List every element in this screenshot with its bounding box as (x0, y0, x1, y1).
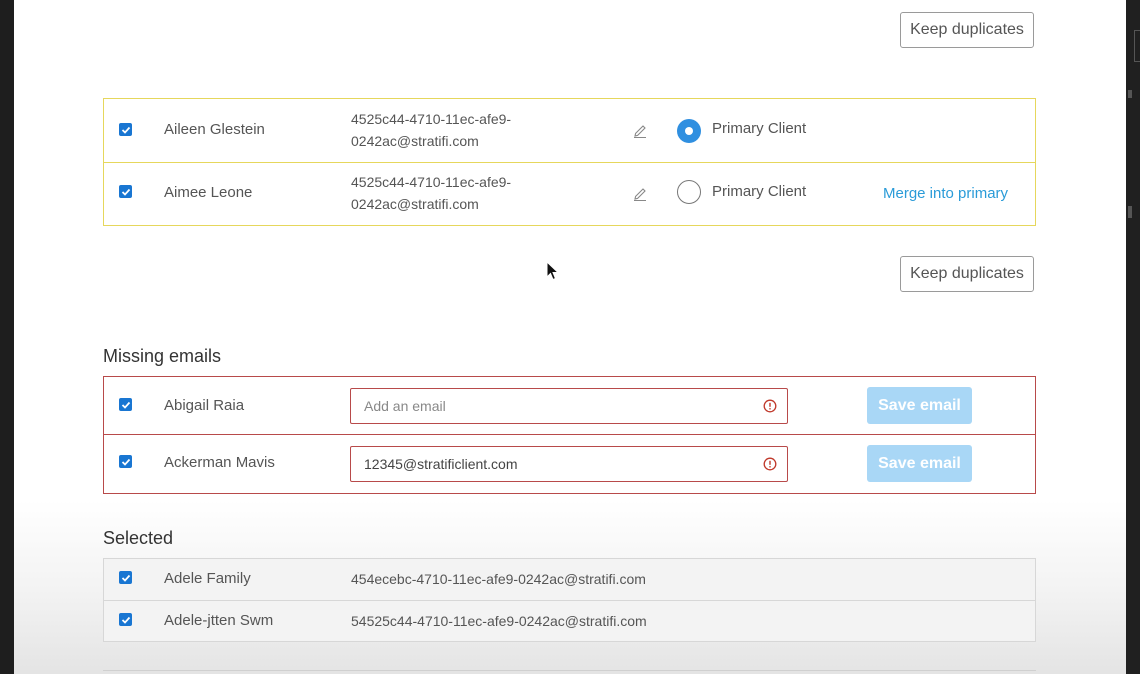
window-edge (1126, 0, 1140, 674)
client-email: 4525c44-4710-11ec-afe9- 0242ac@stratifi.… (351, 171, 551, 215)
keep-duplicates-button[interactable]: Keep duplicates (900, 256, 1034, 292)
email-field[interactable] (350, 388, 788, 424)
pencil-icon[interactable] (632, 123, 648, 139)
client-name: Abigail Raia (164, 397, 245, 414)
missing-emails-title: Missing emails (103, 346, 222, 366)
client-email-line2: 0242ac@stratifi.com (351, 133, 479, 149)
selected-group: Adele Family 454ecebc-4710-11ec-afe9-024… (103, 558, 1036, 642)
keep-duplicates-button-top[interactable]: Keep duplicates (900, 12, 1034, 48)
client-email: 4525c44-4710-11ec-afe9- 0242ac@stratifi.… (351, 108, 551, 152)
client-name: Adele-jtten Swm (164, 612, 274, 629)
client-email-line2: 0242ac@stratifi.com (351, 196, 479, 212)
mouse-pointer-icon (546, 261, 560, 281)
alert-circle-icon (763, 457, 777, 471)
pencil-icon[interactable] (632, 186, 648, 202)
primary-client-label: Primary Client (712, 183, 807, 200)
email-field[interactable] (350, 446, 788, 482)
checkbox-checked-icon[interactable] (119, 455, 132, 468)
selected-row: Adele-jtten Swm 54525c44-4710-11ec-afe9-… (104, 601, 1035, 641)
selected-row: Adele Family 454ecebc-4710-11ec-afe9-024… (104, 559, 1035, 601)
selected-title: Selected (103, 528, 174, 548)
checkbox-checked-icon[interactable] (119, 571, 132, 584)
client-email: 54525c44-4710-11ec-afe9-0242ac@stratifi.… (351, 613, 647, 629)
checkbox-checked-icon[interactable] (119, 185, 132, 198)
client-name: Aileen Glestein (164, 121, 265, 138)
alert-circle-icon (763, 399, 777, 413)
checkbox-checked-icon[interactable] (119, 123, 132, 136)
primary-client-radio-selected[interactable] (677, 119, 701, 143)
client-name: Aimee Leone (164, 184, 253, 201)
missing-email-row: Abigail Raia Save email (104, 377, 1035, 435)
checkbox-checked-icon[interactable] (119, 613, 132, 626)
save-email-button[interactable]: Save email (867, 445, 972, 482)
divider (103, 670, 1036, 671)
duplicate-row: Aileen Glestein 4525c44-4710-11ec-afe9- … (104, 99, 1035, 163)
client-name: Adele Family (164, 570, 251, 587)
missing-emails-group: Abigail Raia Save email Ackerman Mavis S… (103, 376, 1036, 494)
save-email-button[interactable]: Save email (867, 387, 972, 424)
primary-client-label: Primary Client (712, 120, 807, 137)
client-email: 454ecebc-4710-11ec-afe9-0242ac@stratifi.… (351, 571, 646, 587)
checkbox-checked-icon[interactable] (119, 398, 132, 411)
primary-client-radio[interactable] (677, 180, 701, 204)
client-email-line1: 4525c44-4710-11ec-afe9- (351, 174, 512, 190)
duplicate-group: Aileen Glestein 4525c44-4710-11ec-afe9- … (103, 98, 1036, 226)
missing-email-row: Ackerman Mavis Save email (104, 435, 1035, 493)
client-email-line1: 4525c44-4710-11ec-afe9- (351, 111, 512, 127)
merge-into-primary-link[interactable]: Merge into primary (883, 185, 1008, 202)
duplicate-row: Aimee Leone 4525c44-4710-11ec-afe9- 0242… (104, 163, 1035, 225)
client-name: Ackerman Mavis (164, 454, 275, 471)
main-panel: Keep duplicates Aileen Glestein 4525c44-… (14, 0, 1126, 674)
